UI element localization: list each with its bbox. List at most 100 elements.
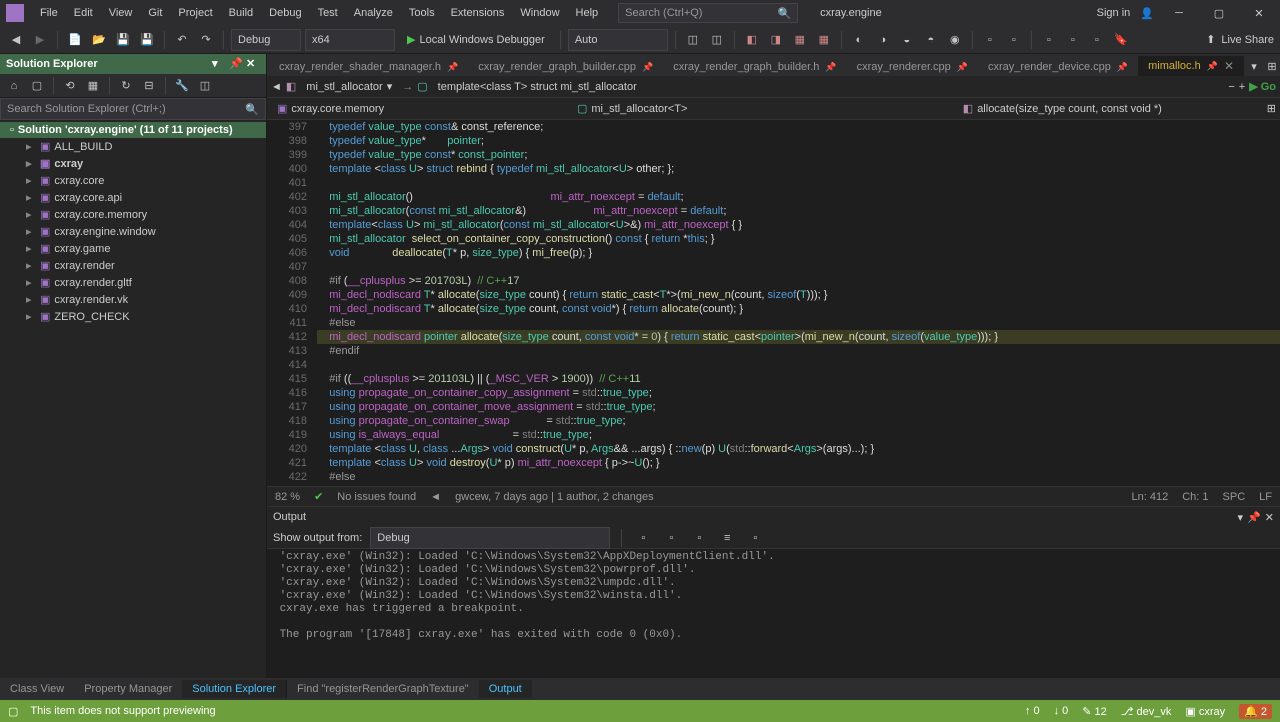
tree-item[interactable]: ▸▣cxray.render.gltf — [0, 274, 266, 291]
solution-root[interactable]: ▫ Solution 'cxray.engine' (11 of 11 proj… — [0, 122, 266, 138]
signin[interactable]: Sign in — [1097, 7, 1131, 19]
menu-project[interactable]: Project — [170, 4, 220, 22]
tree-item[interactable]: ▸▣cxray.render — [0, 257, 266, 274]
go-button[interactable]: ▶ Go — [1249, 80, 1276, 93]
split-icon[interactable]: ⊞ — [1267, 102, 1276, 115]
menu-debug[interactable]: Debug — [261, 4, 309, 22]
code-editor[interactable]: 3973983994004014024034044054064074084094… — [267, 120, 1280, 486]
pull-indicator[interactable]: ↓ 0 — [1054, 705, 1069, 717]
btab-output[interactable]: Output — [479, 680, 532, 698]
nav-method[interactable]: ◧ allocate(size_type count, const void *… — [957, 101, 1267, 116]
show-all-icon[interactable]: ▦ — [83, 76, 103, 96]
preview-icon[interactable]: ◫ — [195, 76, 215, 96]
tb-icon-4[interactable]: ◨ — [766, 30, 786, 50]
output-icon-4[interactable]: ≡ — [717, 528, 737, 548]
output-source-dropdown[interactable]: Debug — [370, 527, 610, 549]
tb-icon-15[interactable]: ▫ — [1063, 30, 1083, 50]
tree-item[interactable]: ▸▣cxray.game — [0, 240, 266, 257]
tabs-add-icon[interactable]: ⊞ — [1264, 58, 1280, 74]
tb-icon-2[interactable]: ◫ — [707, 30, 727, 50]
tb-icon-10[interactable]: ◓ — [921, 30, 941, 50]
tree-item[interactable]: ▸▣cxray.core — [0, 172, 266, 189]
config-dropdown[interactable]: Debug — [231, 29, 301, 51]
search-box[interactable]: Search (Ctrl+Q) 🔍 — [618, 3, 798, 23]
tree-item[interactable]: ▸▣cxray.core.memory — [0, 206, 266, 223]
tab[interactable]: cxray_render_graph_builder.h📌 — [663, 58, 846, 76]
bookmark-icon[interactable]: 🔖 — [1111, 30, 1131, 50]
tb-icon-8[interactable]: ◑ — [873, 30, 893, 50]
tb-icon-3[interactable]: ◧ — [742, 30, 762, 50]
maximize-button[interactable]: ▢ — [1204, 3, 1234, 23]
branch-indicator[interactable]: ⎇ dev_vk — [1121, 705, 1172, 718]
tb-icon-12[interactable]: ▫ — [980, 30, 1000, 50]
solution-icon[interactable]: ▢ — [27, 76, 47, 96]
push-indicator[interactable]: ↑ 0 — [1025, 705, 1040, 717]
changes-indicator[interactable]: ✎ 12 — [1082, 705, 1107, 718]
output-icon-3[interactable]: ▫ — [689, 528, 709, 548]
nav-scope1[interactable]: mi_stl_allocator ▾ — [300, 79, 398, 94]
sync-icon[interactable]: ⟲ — [60, 76, 80, 96]
btab-find[interactable]: Find "registerRenderGraphTexture" — [287, 680, 479, 698]
tb-icon-14[interactable]: ▫ — [1039, 30, 1059, 50]
minimize-button[interactable]: ─ — [1164, 3, 1194, 23]
tb-icon-5[interactable]: ▦ — [790, 30, 810, 50]
tb-icon-16[interactable]: ▫ — [1087, 30, 1107, 50]
tree-item[interactable]: ▸▣cxray.engine.window — [0, 223, 266, 240]
btab[interactable]: Solution Explorer — [182, 680, 286, 698]
nav-file[interactable]: ▣ cxray.core.memory — [271, 101, 571, 116]
zoom-percent[interactable]: 82 % — [275, 491, 300, 503]
output-icon-5[interactable]: ▫ — [745, 528, 765, 548]
account-icon[interactable]: 👤 — [1140, 7, 1154, 20]
tabs-overflow-icon[interactable]: ▾ — [1246, 58, 1262, 74]
tb-icon-7[interactable]: ◐ — [849, 30, 869, 50]
tab[interactable]: cxray_render_graph_builder.cpp📌 — [468, 58, 663, 76]
platform-dropdown[interactable]: x64 — [305, 29, 395, 51]
menu-analyze[interactable]: Analyze — [346, 4, 401, 22]
pin-icon[interactable]: 📌 — [1207, 61, 1218, 72]
tab[interactable]: cxray_render_device.cpp📌 — [978, 58, 1138, 76]
tb-icon-13[interactable]: ▫ — [1004, 30, 1024, 50]
output-icon-1[interactable]: ▫ — [633, 528, 653, 548]
tree-item[interactable]: ▸▣ALL_BUILD — [0, 138, 266, 155]
undo-icon[interactable]: ↶ — [172, 30, 192, 50]
menu-extensions[interactable]: Extensions — [443, 4, 513, 22]
btab[interactable]: Class View — [0, 680, 74, 698]
output-icon-2[interactable]: ▫ — [661, 528, 681, 548]
start-debug-button[interactable]: ▶ Local Windows Debugger — [399, 32, 553, 47]
redo-icon[interactable]: ↷ — [196, 30, 216, 50]
tree-item[interactable]: ▸▣ZERO_CHECK — [0, 308, 266, 325]
indent-indicator[interactable]: SPC — [1223, 491, 1246, 503]
menu-build[interactable]: Build — [221, 4, 261, 22]
liveshare-button[interactable]: Live Share — [1221, 34, 1274, 46]
close-button[interactable]: ✕ — [1244, 3, 1274, 23]
nav-back-icon[interactable]: ◄ — [271, 81, 282, 93]
menu-help[interactable]: Help — [568, 4, 607, 22]
solution-search[interactable]: Search Solution Explorer (Ctrl+;) 🔍 — [0, 98, 266, 120]
notification-indicator[interactable]: 🔔 2 — [1239, 704, 1272, 719]
nav-class[interactable]: ▢ mi_stl_allocator<T> — [571, 101, 957, 116]
plus-icon[interactable]: + — [1239, 81, 1245, 93]
menu-file[interactable]: File — [32, 4, 66, 22]
open-icon[interactable]: 📂 — [89, 30, 109, 50]
tree-item[interactable]: ▸▣cxray.core.api — [0, 189, 266, 206]
tab-active[interactable]: mimalloc.h 📌 ✕ — [1138, 56, 1244, 76]
refresh-icon[interactable]: ↻ — [116, 76, 136, 96]
eol-indicator[interactable]: LF — [1259, 491, 1272, 503]
new-project-icon[interactable]: 📄 — [65, 30, 85, 50]
nav-scope2[interactable]: template<class T> struct mi_stl_allocato… — [432, 80, 643, 94]
tab[interactable]: cxray_renderer.cpp📌 — [847, 58, 978, 76]
save-icon[interactable]: 💾 — [113, 30, 133, 50]
menu-test[interactable]: Test — [310, 4, 346, 22]
menu-window[interactable]: Window — [512, 4, 567, 22]
close-panel-icon[interactable]: ✕ — [246, 57, 260, 71]
close-icon[interactable]: ✕ — [1265, 511, 1274, 524]
line-indicator[interactable]: Ln: 412 — [1132, 491, 1169, 503]
col-indicator[interactable]: Ch: 1 — [1182, 491, 1208, 503]
menu-tools[interactable]: Tools — [401, 4, 443, 22]
tree-item[interactable]: ▸▣cxray — [0, 155, 266, 172]
window-icon[interactable]: ▾ — [1238, 511, 1244, 524]
repo-indicator[interactable]: ▣ cxray — [1185, 705, 1225, 718]
btab[interactable]: Property Manager — [74, 680, 182, 698]
output-content[interactable]: 'cxray.exe' (Win32): Loaded 'C:\Windows\… — [267, 549, 1280, 678]
pin-icon[interactable]: 📌 — [229, 57, 243, 71]
